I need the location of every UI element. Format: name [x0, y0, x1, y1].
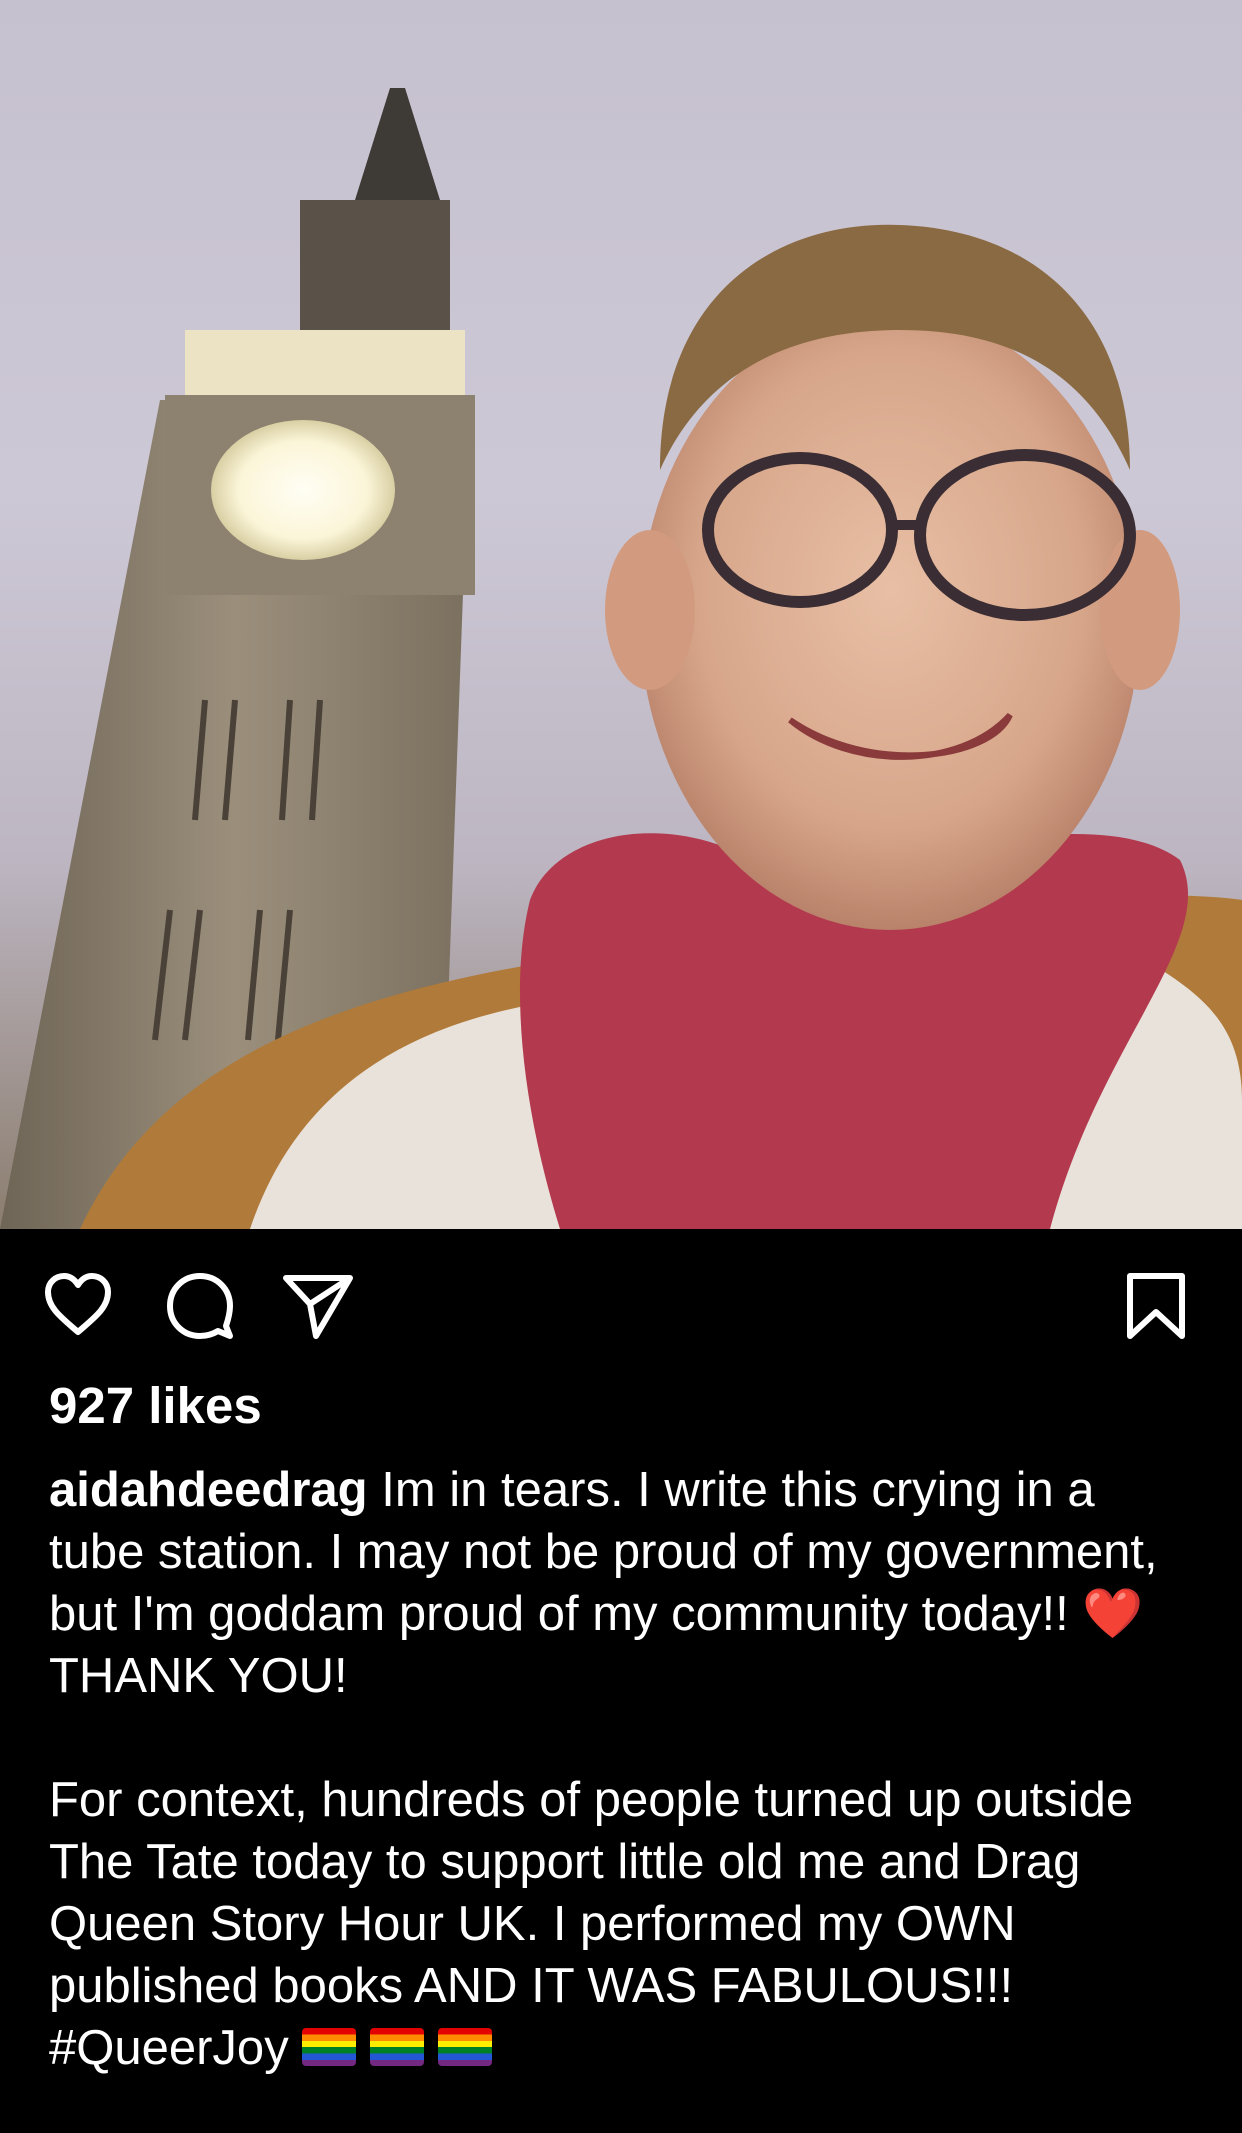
save-button[interactable] [1120, 1270, 1192, 1342]
likes-count[interactable]: 927 likes [49, 1376, 262, 1436]
post-caption: aidahdeedrag Im in tears. I write this c… [49, 1459, 1199, 2079]
rainbow-flag-icon [438, 2028, 493, 2066]
rainbow-flag-icon [302, 2028, 357, 2066]
comment-icon [167, 1273, 233, 1339]
caption-username[interactable]: aidahdeedrag [49, 1463, 368, 1517]
like-button[interactable] [42, 1270, 114, 1342]
share-button[interactable] [282, 1270, 354, 1342]
post-photo[interactable] [0, 0, 1242, 1229]
paper-plane-icon [283, 1275, 353, 1339]
heart-icon [45, 1273, 111, 1335]
rainbow-flag-icon [370, 2028, 425, 2066]
bookmark-icon [1127, 1273, 1185, 1339]
red-heart-emoji: ❤️ [1082, 1587, 1144, 1641]
comment-button[interactable] [164, 1270, 236, 1342]
caption-text-2: For context, hundreds of people turned u… [49, 1773, 1146, 2075]
